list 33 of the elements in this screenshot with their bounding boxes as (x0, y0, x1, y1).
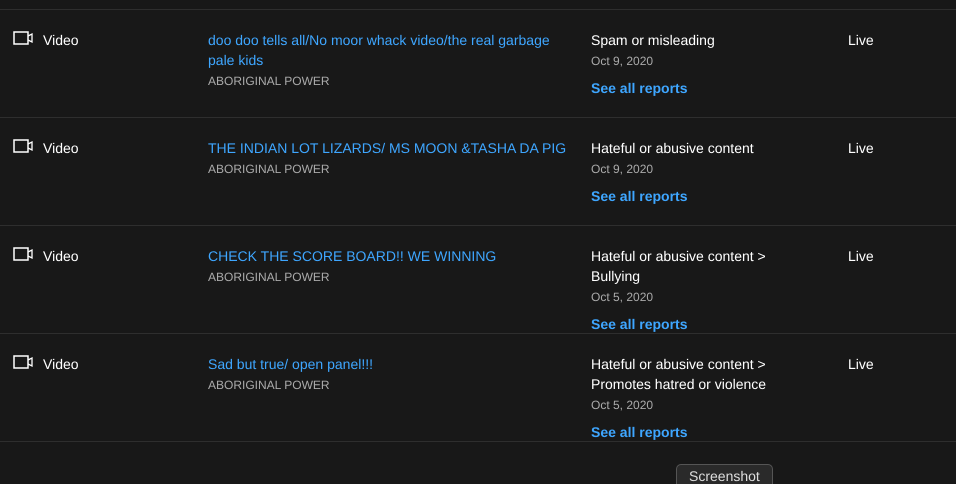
report-reason: Hateful or abusive content (591, 139, 755, 158)
tooltip: Screenshot (676, 464, 773, 484)
content-type: Video (43, 31, 79, 50)
content-type: Video (43, 355, 79, 374)
report-date: Oct 9, 2020 (591, 162, 654, 176)
video-camera-icon (13, 139, 35, 153)
video-title-link[interactable]: Sad but true/ open panel!!! (208, 354, 568, 374)
channel-name: ABORIGINAL POWER (208, 162, 330, 176)
video-camera-icon (13, 355, 35, 369)
see-all-reports-link[interactable]: See all reports (591, 188, 688, 204)
video-title-link[interactable]: THE INDIAN LOT LIZARDS/ MS MOON &TASHA DA PIG (208, 138, 568, 158)
report-date: Oct 5, 2020 (591, 290, 654, 304)
video-status: Live (848, 248, 874, 264)
video-camera-icon (13, 247, 35, 261)
report-date: Oct 5, 2020 (591, 398, 654, 412)
video-status: Live (848, 140, 874, 156)
channel-name: ABORIGINAL POWER (208, 74, 330, 88)
report-reason: Spam or misleading (591, 31, 716, 50)
content-type: Video (43, 139, 79, 158)
see-all-reports-link[interactable]: See all reports (591, 80, 688, 96)
content-type: Video (43, 247, 79, 266)
video-status: Live (848, 356, 874, 372)
report-reason: Hateful or abusive content > Bullying (591, 247, 767, 286)
video-camera-icon (13, 31, 35, 45)
see-all-reports-link[interactable]: See all reports (591, 424, 688, 440)
report-date: Oct 9, 2020 (591, 54, 654, 68)
channel-name: ABORIGINAL POWER (208, 270, 330, 284)
see-all-reports-link[interactable]: See all reports (591, 316, 688, 332)
video-title-link[interactable]: CHECK THE SCORE BOARD!! WE WINNING (208, 246, 568, 266)
report-reason: Hateful or abusive content > Promotes hatred or violence (591, 355, 768, 394)
channel-name: ABORIGINAL POWER (208, 378, 330, 392)
video-status: Live (848, 32, 874, 48)
video-title-link[interactable]: doo doo tells all/No moor whack video/the real garbage pale kids (208, 30, 568, 70)
